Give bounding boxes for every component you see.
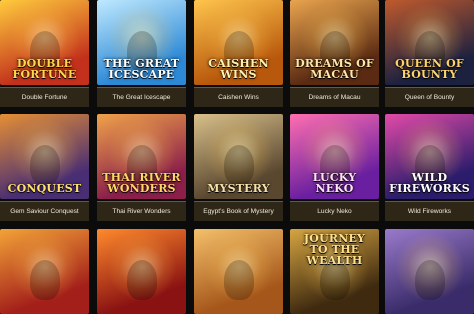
game-logo: Mystery xyxy=(207,182,270,195)
game-thumbnail[interactable]: Journey to the Wealth xyxy=(290,229,379,314)
game-logo: Lucky Neko xyxy=(312,171,357,195)
game-thumbnail[interactable]: Wild Fireworks xyxy=(385,114,474,199)
game-title[interactable]: Gem Saviour Conquest xyxy=(0,201,89,221)
game-thumbnail[interactable] xyxy=(194,229,283,314)
game-thumbnail[interactable]: The Great Icescape xyxy=(97,0,186,85)
game-thumbnail[interactable]: Thai River Wonders xyxy=(97,114,186,199)
thumbnail-figure xyxy=(29,145,60,185)
game-logo: Journey to the Wealth xyxy=(303,232,366,267)
game-title[interactable]: Lucky Neko xyxy=(290,201,379,221)
thumbnail-figure xyxy=(223,145,254,185)
game-thumbnail[interactable]: Double Fortune xyxy=(0,0,89,85)
game-logo: The Great Icescape xyxy=(103,57,180,81)
game-logo: Conquest xyxy=(7,182,82,195)
game-logo: Queen of Bounty xyxy=(395,57,464,81)
game-logo: Double Fortune xyxy=(12,57,77,81)
game-thumbnail[interactable]: Lucky Neko xyxy=(290,114,379,199)
game-title[interactable]: Double Fortune xyxy=(0,87,89,107)
game-title[interactable]: The Great Icescape xyxy=(97,87,186,107)
game-logo: Thai River Wonders xyxy=(102,171,181,195)
game-thumbnail[interactable]: Caishen Wins xyxy=(194,0,283,85)
game-title[interactable]: Wild Fireworks xyxy=(385,201,474,221)
game-logo: Caishen Wins xyxy=(208,57,269,81)
game-grid: Double Fortune Double Fortune The Great … xyxy=(0,0,474,314)
game-thumbnail[interactable]: Dreams of Macau xyxy=(290,0,379,85)
game-thumbnail[interactable]: Mystery xyxy=(194,114,283,199)
game-thumbnail[interactable] xyxy=(97,229,186,314)
game-thumbnail[interactable]: Queen of Bounty xyxy=(385,0,474,85)
thumbnail-figure xyxy=(414,260,445,300)
game-logo: Dreams of Macau xyxy=(295,57,374,81)
game-title[interactable]: Queen of Bounty xyxy=(385,87,474,107)
game-title[interactable]: Caishen Wins xyxy=(194,87,283,107)
game-thumbnail[interactable] xyxy=(385,229,474,314)
thumbnail-figure xyxy=(126,260,157,300)
game-title[interactable]: Thai River Wonders xyxy=(97,201,186,221)
game-thumbnail[interactable]: Conquest xyxy=(0,114,89,199)
game-thumbnail[interactable] xyxy=(0,229,89,314)
game-title[interactable]: Dreams of Macau xyxy=(290,87,379,107)
game-title[interactable]: Egypt's Book of Mystery xyxy=(194,201,283,221)
game-logo: Wild Fireworks xyxy=(389,171,470,195)
thumbnail-figure xyxy=(223,260,254,300)
thumbnail-figure xyxy=(29,260,60,300)
